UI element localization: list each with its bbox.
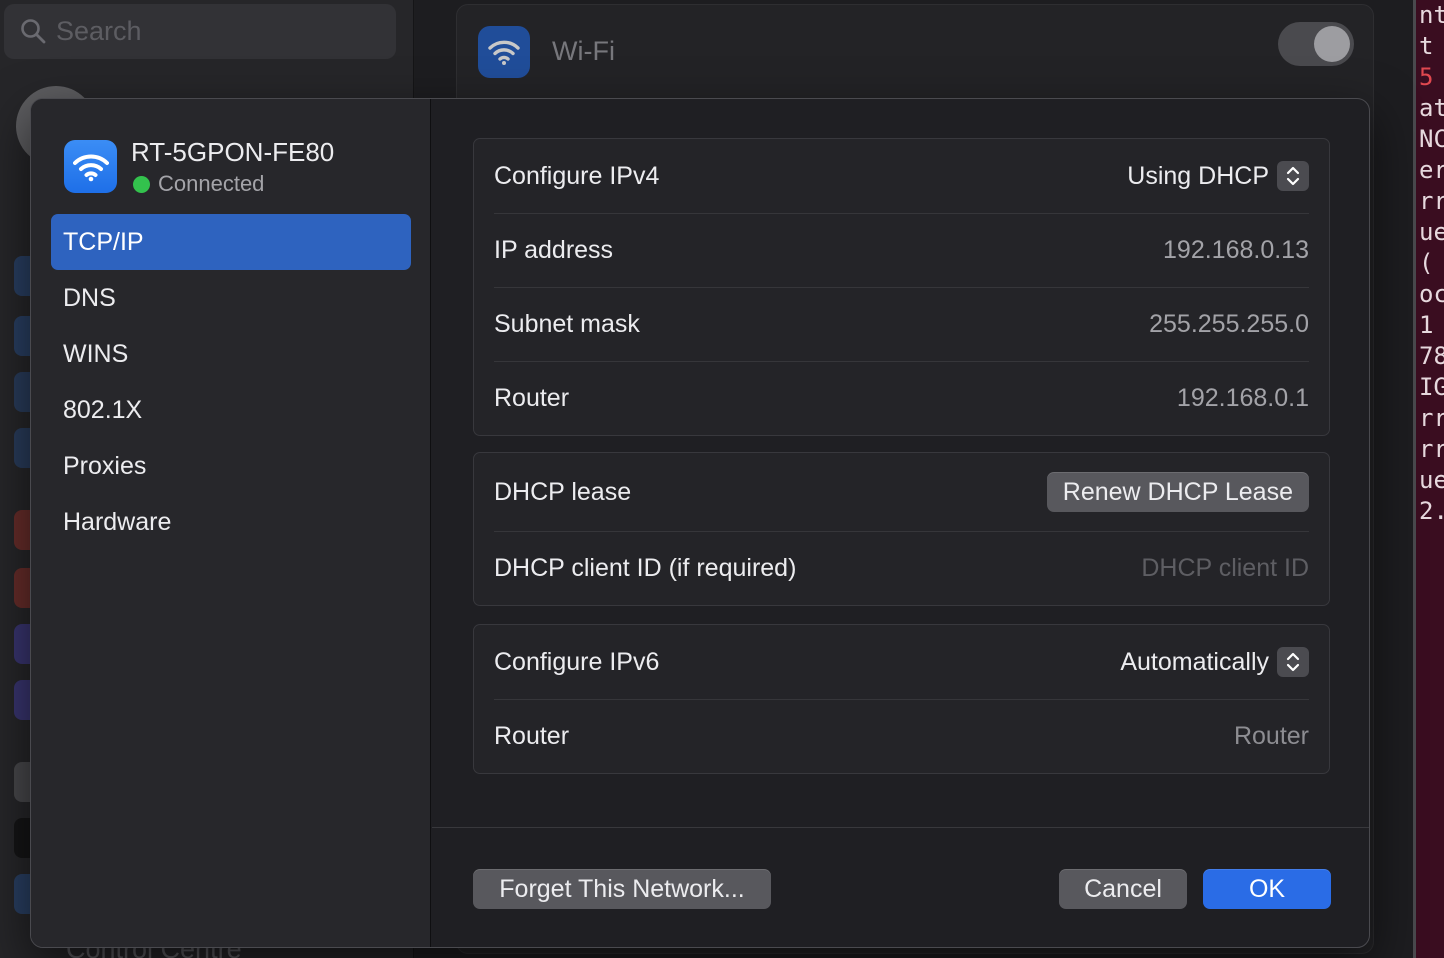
- wifi-toggle[interactable]: [1278, 22, 1354, 66]
- dhcp-client-id-label: DHCP client ID (if required): [494, 554, 797, 582]
- forget-network-button[interactable]: Forget This Network...: [473, 869, 771, 909]
- wifi-label: Wi-Fi: [552, 36, 615, 66]
- nav-item-dns[interactable]: DNS: [51, 270, 411, 326]
- network-name: RT-5GPON-FE80: [131, 137, 335, 167]
- dhcp-lease-row: DHCP lease Renew DHCP Lease: [494, 453, 1309, 531]
- ipv6-group: Configure IPv6 Automatically Router Rout…: [473, 624, 1330, 774]
- wifi-icon: [478, 26, 530, 78]
- router-label: Router: [494, 384, 570, 412]
- ipv6-router-label: Router: [494, 722, 570, 750]
- ipv6-router-row: Router Router: [494, 699, 1309, 773]
- ip-address-row: IP address 192.168.0.13: [494, 213, 1309, 287]
- subnet-mask-label: Subnet mask: [494, 310, 640, 338]
- background-terminal: nt t 5 at NC er rr ue ( oc 1 78 IG rr rr…: [1413, 0, 1444, 958]
- tcpip-pane: Configure IPv4 Using DHCP IP address 192…: [432, 99, 1369, 947]
- dhcp-client-id-field[interactable]: DHCP client ID: [1141, 554, 1309, 583]
- ipv6-router-field[interactable]: Router: [1234, 722, 1309, 751]
- cancel-button[interactable]: Cancel: [1059, 869, 1187, 909]
- nav-item-hardware[interactable]: Hardware: [51, 494, 411, 550]
- chevron-up-down-icon: [1277, 161, 1309, 191]
- configure-ipv6-label: Configure IPv6: [494, 647, 660, 676]
- configure-ipv4-row: Configure IPv4 Using DHCP: [494, 139, 1309, 213]
- configure-ipv4-popup[interactable]: Using DHCP: [1127, 161, 1309, 191]
- wifi-network-icon: [64, 140, 117, 193]
- router-row: Router 192.168.0.1: [494, 361, 1309, 435]
- configure-ipv6-popup[interactable]: Automatically: [1120, 647, 1309, 677]
- subnet-mask-row: Subnet mask 255.255.255.0: [494, 287, 1309, 361]
- configure-ipv6-row: Configure IPv6 Automatically: [494, 625, 1309, 699]
- nav-item-wins[interactable]: WINS: [51, 326, 411, 382]
- details-nav: TCP/IP DNS WINS 802.1X Proxies Hardware: [51, 214, 411, 550]
- nav-item-tcpip[interactable]: TCP/IP: [51, 214, 411, 270]
- router-value: 192.168.0.1: [1176, 384, 1309, 412]
- ip-address-label: IP address: [494, 236, 614, 264]
- dhcp-client-id-row: DHCP client ID (if required) DHCP client…: [494, 531, 1309, 605]
- footer-divider: [432, 827, 1369, 828]
- connected-status-dot: [133, 175, 150, 193]
- nav-item-proxies[interactable]: Proxies: [51, 438, 411, 494]
- ok-button[interactable]: OK: [1203, 869, 1331, 909]
- configure-ipv4-label: Configure IPv4: [494, 161, 660, 190]
- dhcp-group: DHCP lease Renew DHCP Lease DHCP client …: [473, 452, 1330, 606]
- search-placeholder: Search: [56, 16, 142, 46]
- details-sidebar: RT-5GPON-FE80 Connected TCP/IP DNS WINS …: [31, 99, 431, 947]
- network-status: Connected: [131, 171, 264, 197]
- renew-dhcp-lease-button[interactable]: Renew DHCP Lease: [1046, 472, 1309, 512]
- dhcp-lease-label: DHCP lease: [494, 477, 632, 506]
- ipv4-group: Configure IPv4 Using DHCP IP address 192…: [473, 138, 1330, 436]
- network-details-sheet: RT-5GPON-FE80 Connected TCP/IP DNS WINS …: [30, 98, 1370, 948]
- background-search-field[interactable]: Search: [4, 4, 396, 59]
- nav-item-8021x[interactable]: 802.1X: [51, 382, 411, 438]
- configure-ipv6-value: Automatically: [1120, 647, 1269, 676]
- network-status-label: Connected: [158, 171, 265, 196]
- search-icon: [20, 18, 46, 51]
- configure-ipv4-value: Using DHCP: [1127, 161, 1269, 190]
- chevron-up-down-icon: [1277, 647, 1309, 677]
- subnet-mask-value: 255.255.255.0: [1149, 310, 1309, 338]
- ip-address-value: 192.168.0.13: [1163, 236, 1309, 264]
